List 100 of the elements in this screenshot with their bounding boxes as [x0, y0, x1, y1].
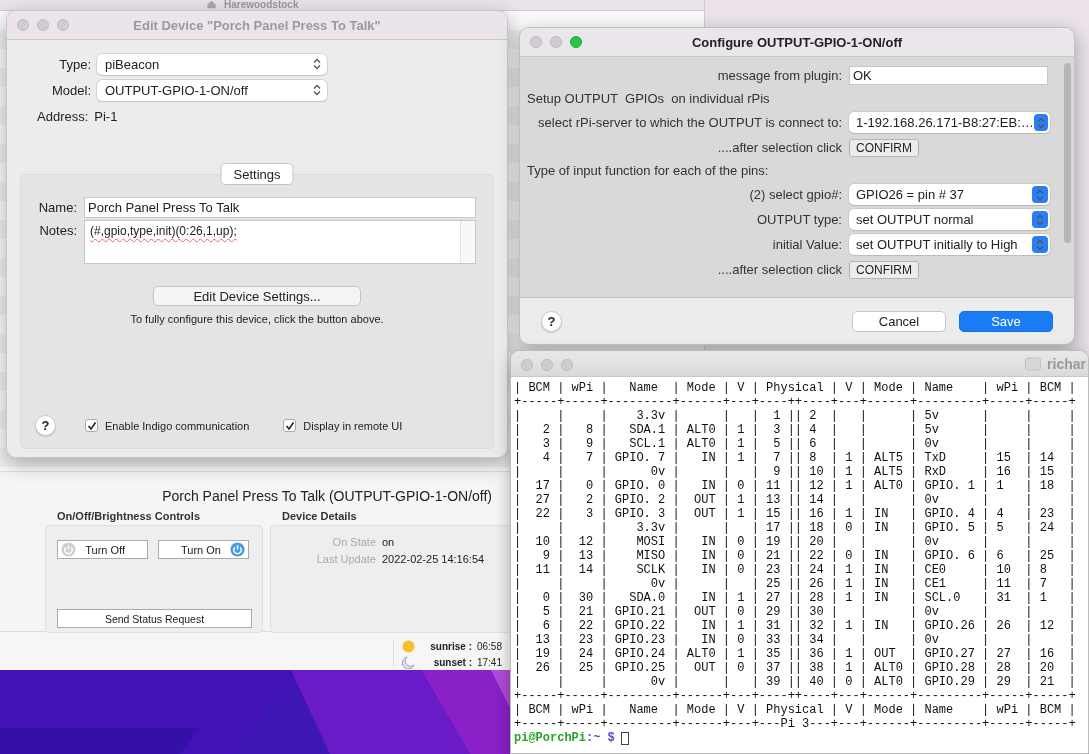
terminal-line: | 9 | 13 | MISO | IN | 0 | 21 || 22 | 0 | IN | GPIO. 6 | 6 | 25 |	[514, 549, 1077, 563]
field-label: Notes:	[38, 222, 77, 238]
field-label: Model:	[50, 82, 91, 98]
popup-menu[interactable]: piBeacon	[97, 53, 327, 75]
window-title: Harewoodstock	[224, 0, 299, 10]
terminal-line: | 19 | 24 | GPIO.24 | ALT0 | 1 | 35 || 36 | 1 | OUT | GPIO.27 | 27 | 16 |	[514, 647, 1077, 661]
help-button[interactable]: ?	[541, 310, 562, 332]
address-value: Pi-1	[94, 109, 118, 124]
detail-value: on	[382, 536, 396, 548]
prompt-path: :~	[586, 731, 601, 745]
field-label: select rPi-server to which the OUTPUT is connect to:	[537, 114, 842, 132]
terminal-line: | 5 | 21 | GPIO.21 | OUT | 0 | 29 || 30 | | | 0v | | |	[514, 605, 1077, 619]
power-icon	[61, 542, 76, 557]
section-title: Device Details	[282, 510, 357, 522]
popup-menu[interactable]: OUTPUT-GPIO-1-ON/off	[97, 79, 327, 101]
terminal-line: | 11 | 14 | SCLK | IN | 0 | 23 || 24 | 1 | IN | CE0 | 10 | 8 |	[514, 563, 1077, 577]
name-field[interactable]: Porch Panel Press To Talk	[84, 197, 476, 218]
edit-settings-button[interactable]: Edit Device Settings...	[153, 286, 361, 306]
help-button[interactable]: ?	[35, 415, 56, 436]
folder-icon	[1025, 356, 1042, 371]
terminal-line: | 2 | 8 | SDA.1 | ALT0 | 1 | 3 || 4 | | | 5v | | |	[514, 423, 1077, 437]
terminal-line: | | | 0v | | | 25 || 26 | 1 | IN | CE1 | 11 | 7 |	[514, 577, 1077, 591]
turn-on-button[interactable]: Turn On	[158, 540, 249, 559]
field-label: Type:	[58, 56, 91, 72]
field-label: initial Value:	[771, 236, 842, 254]
field-label: OUTPUT type:	[756, 211, 842, 229]
updown-icon	[1036, 188, 1044, 201]
window-title: richar	[1047, 355, 1086, 372]
detail-label: Last Update	[315, 553, 376, 565]
detail-label: On State	[331, 536, 376, 548]
confirm-button[interactable]: CONFIRM	[849, 138, 919, 157]
field-label: Address:	[37, 109, 89, 124]
text-cursor	[620, 731, 629, 745]
notes-field[interactable]: (#,gpio,type,init)(0:26,1,up);	[84, 220, 476, 264]
minimize-button[interactable]	[550, 36, 562, 48]
message-field[interactable]: OK	[849, 66, 1048, 85]
checkbox[interactable]: Display in remote UI	[283, 419, 403, 432]
terminal-line: | 6 | 22 | GPIO.22 | IN | 1 | 31 || 32 | 1 | IN | GPIO.26 | 26 | 12 |	[514, 619, 1077, 633]
popup-menu[interactable]: set OUTPUT normal	[849, 209, 1050, 230]
status-request-button[interactable]: Send Status Request	[57, 609, 252, 628]
settings-tab[interactable]: Settings	[220, 163, 294, 185]
window-title: Edit Device "Porch Panel Press To Talk"	[133, 17, 381, 33]
terminal-line: | BCM | wPi | Name | Mode | V | Physical | V | Mode | Name | wPi | BCM |	[514, 703, 1077, 717]
status-label: sunrise :	[429, 641, 472, 652]
close-button[interactable]	[530, 36, 542, 48]
field-label: Name:	[37, 199, 77, 215]
field-label: (2) select gpio#:	[748, 186, 842, 204]
zoom-button[interactable]	[57, 19, 69, 31]
detail-value: 2022-02-25 14:16:54	[382, 553, 485, 565]
terminal-line: | 10 | 12 | MOSI | IN | 0 | 19 || 20 | | | 0v | | |	[514, 535, 1077, 549]
updown-icon	[313, 84, 321, 96]
updown-icon	[1036, 116, 1045, 129]
close-button[interactable]	[17, 19, 29, 31]
status-time: 17:41	[476, 657, 502, 668]
checkbox[interactable]: Enable Indigo communication	[85, 419, 250, 432]
hint-text: To fully configure this device, click the button above.	[130, 313, 384, 325]
zoom-button[interactable]	[561, 359, 573, 371]
confirm-button[interactable]: CONFIRM	[849, 260, 919, 279]
terminal-line: | | | 3.3v | | | 1 || 2 | | | 5v | | |	[514, 409, 1077, 423]
terminal-line: | 27 | 2 | GPIO. 2 | OUT | 1 | 13 || 14 | | | 0v | | |	[514, 493, 1077, 507]
section-text: Type of input function for each of the pins:	[527, 162, 770, 180]
scrollbar[interactable]	[1064, 63, 1071, 243]
checkmark-icon	[86, 420, 97, 431]
field-label: message from plugin:	[716, 67, 842, 85]
terminal-line: | BCM | wPi | Name | Mode | V | Physical | V | Mode | Name | wPi | BCM |	[514, 381, 1077, 395]
terminal-line: | 13 | 23 | GPIO.23 | IN | 0 | 33 || 34 | | | 0v | | |	[514, 633, 1077, 647]
device-heading: Porch Panel Press To Talk (OUTPUT-GPIO-1-ON/off)	[162, 488, 492, 504]
turn-off-button[interactable]: Turn Off	[57, 540, 148, 559]
terminal-line: +-----+-----+---------+------+---+---Pi 3---+---+------+---------+-----+-----+	[514, 717, 1077, 731]
window-title: Configure OUTPUT-GPIO-1-ON/off	[691, 34, 903, 50]
terminal-line: | | | 0v | | | 9 || 10 | 1 | ALT5 | RxD | 16 | 15 |	[514, 465, 1077, 479]
status-label: sunset :	[432, 657, 472, 668]
zoom-button[interactable]	[570, 36, 582, 48]
cancel-button[interactable]: Cancel	[852, 310, 946, 332]
terminal-line: +-----+-----+---------+------+---+----++----+---+------+---------+-----+-----+	[514, 395, 1077, 409]
prompt-symbol: $	[607, 731, 615, 745]
moon-icon	[401, 656, 415, 669]
field-label: ....after selection click	[716, 139, 842, 157]
save-button[interactable]: Save	[959, 310, 1053, 332]
close-button[interactable]	[521, 359, 533, 371]
terminal-line: | 4 | 7 | GPIO. 7 | IN | 1 | 7 || 8 | 1 | ALT5 | TxD | 15 | 14 |	[514, 451, 1077, 465]
popup-menu[interactable]: GPIO26 = pin # 37	[849, 184, 1050, 205]
section-title: On/Off/Brightness Controls	[57, 510, 200, 522]
minimize-button[interactable]	[541, 359, 553, 371]
terminal-line: | 17 | 0 | GPIO. 0 | IN | 0 | 11 || 12 | 1 | ALT0 | GPIO. 1 | 1 | 18 |	[514, 479, 1077, 493]
section-text: Setup OUTPUT GPIOs on individual rPis	[527, 90, 771, 108]
checkmark-icon	[284, 420, 295, 431]
terminal-line: | | | 0v | | | 39 || 40 | 0 | ALT0 | GPIO.29 | 29 | 21 |	[514, 675, 1077, 689]
updown-icon	[1036, 238, 1044, 251]
prompt-user: pi@PorchPi	[514, 731, 586, 745]
updown-icon	[313, 58, 321, 70]
popup-menu[interactable]: 1-192.168.26.171-B8:27:EB:…	[849, 112, 1050, 133]
terminal-line: | 22 | 3 | GPIO. 3 | OUT | 1 | 15 || 16 | 1 | IN | GPIO. 4 | 4 | 23 |	[514, 507, 1077, 521]
minimize-button[interactable]	[37, 19, 49, 31]
terminal-line: | | | 3.3v | | | 17 || 18 | 0 | IN | GPIO. 5 | 5 | 24 |	[514, 521, 1077, 535]
terminal-line: | 26 | 25 | GPIO.25 | OUT | 0 | 37 || 38 | 1 | ALT0 | GPIO.28 | 28 | 20 |	[514, 661, 1077, 675]
field-label: ....after selection click	[716, 261, 842, 279]
status-time: 06:58	[476, 641, 502, 652]
popup-menu[interactable]: set OUTPUT initially to High	[849, 234, 1050, 255]
power-icon	[230, 542, 245, 557]
